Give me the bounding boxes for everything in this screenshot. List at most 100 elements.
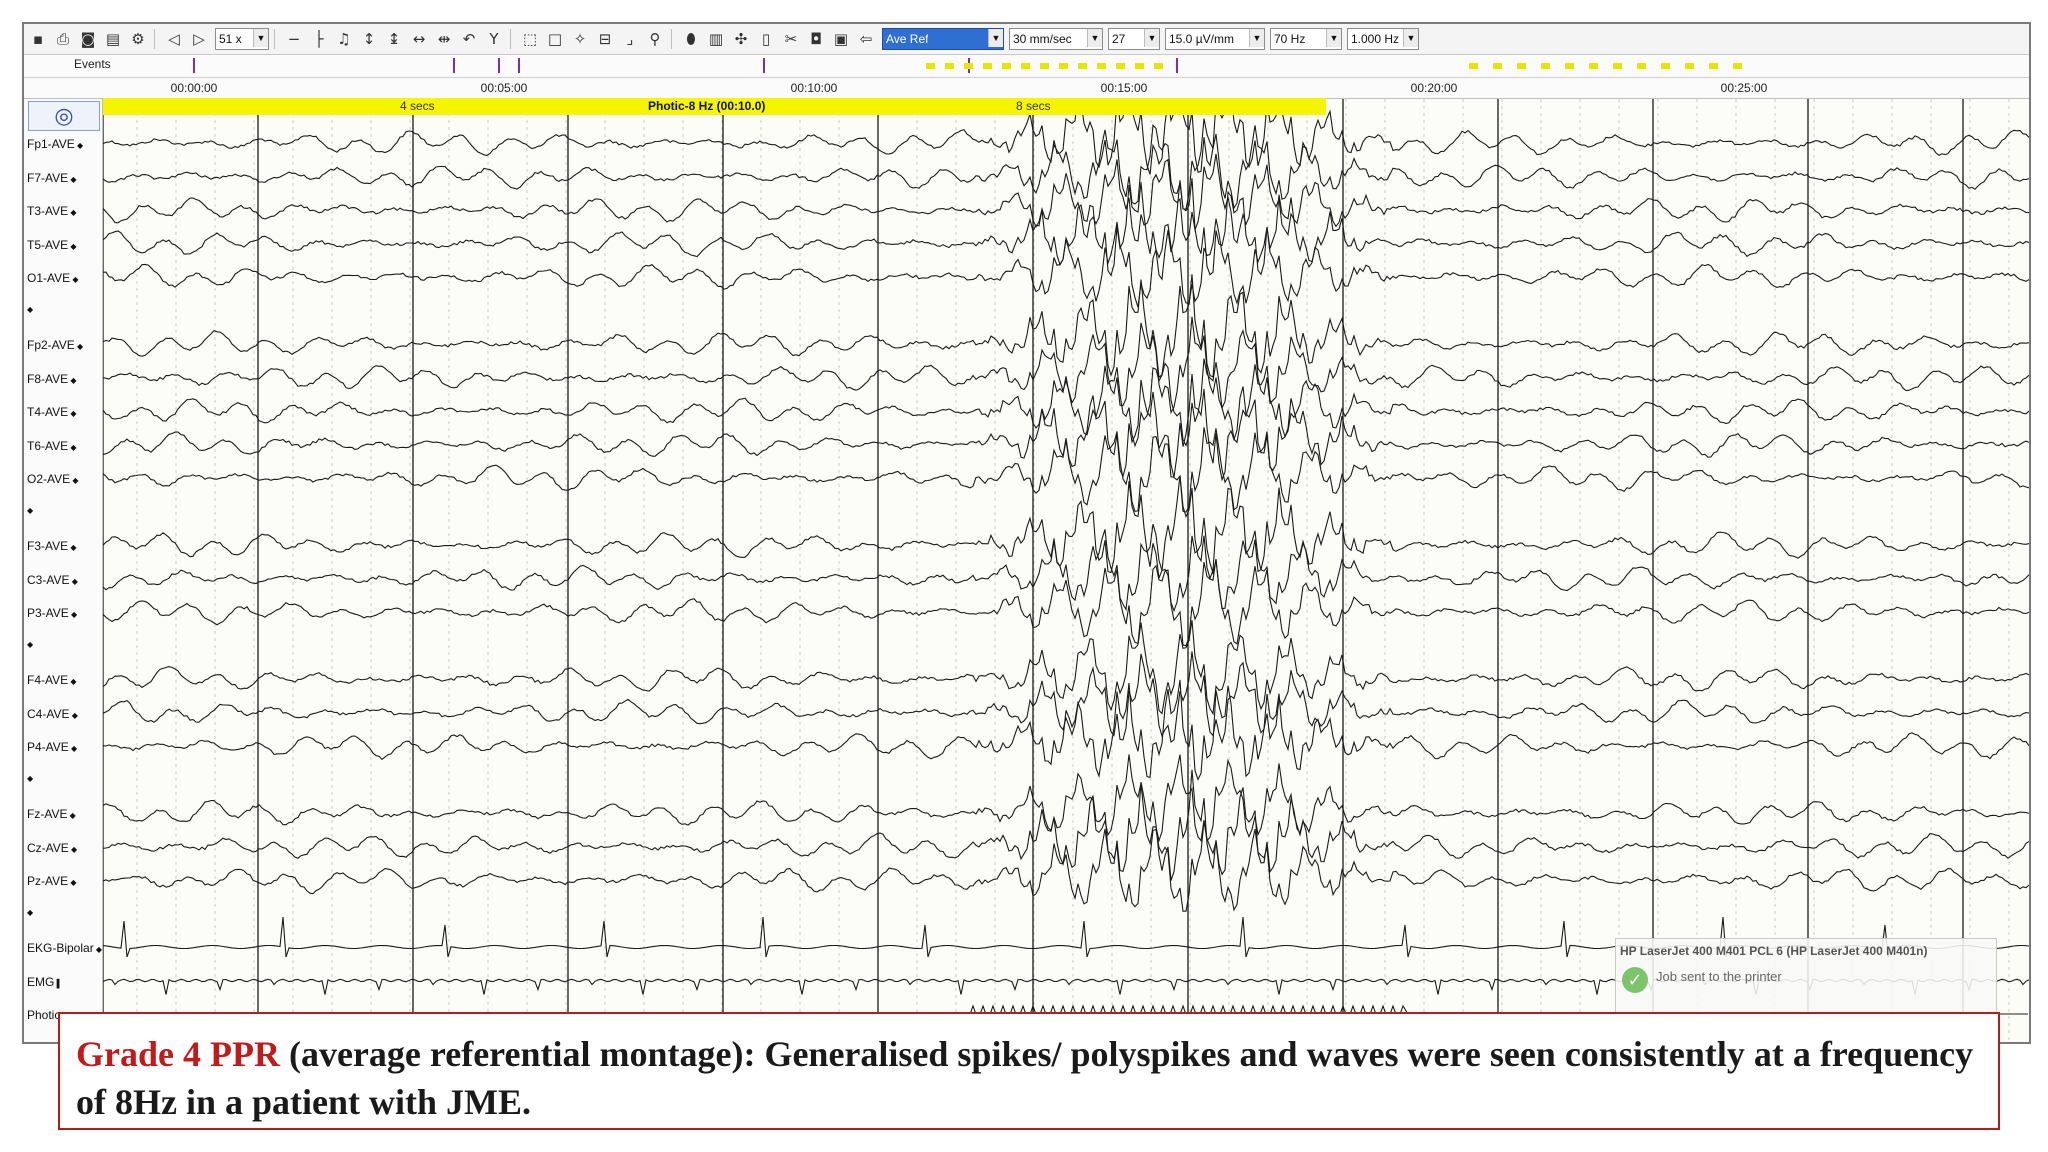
channel-label-t3-ave[interactable]: T3-AVE ◆ [27, 204, 77, 218]
event-marker-dot [1116, 63, 1125, 69]
event-marker-dot [1541, 63, 1550, 69]
rect-icon[interactable]: □ [544, 28, 566, 50]
audio-icon[interactable]: ♫ [333, 28, 355, 50]
channel-label-p3-ave[interactable]: P3-AVE ◆ [27, 606, 77, 620]
group-separator-marker[interactable]: ◆ [27, 640, 33, 649]
zoom-icon[interactable]: ⚲ [644, 28, 666, 50]
next-page-icon[interactable]: ▷ [188, 28, 210, 50]
settings-icon[interactable]: ⚙ [127, 28, 149, 50]
lf-filter-select[interactable]: 1.000 Hz ▼ [1347, 28, 1419, 50]
print-icon[interactable]: ⎙ [52, 28, 74, 50]
channel-label-text: T6-AVE [27, 438, 69, 453]
channel-label-f8-ave[interactable]: F8-AVE ◆ [27, 372, 77, 386]
baseline-icon[interactable]: ├ [308, 28, 330, 50]
tag-icon[interactable]: ⬮ [680, 28, 702, 50]
event-marker-dot [1709, 63, 1718, 69]
caption-text: (average referential montage): Generalis… [76, 1034, 1974, 1122]
channel-label-f7-ave[interactable]: F7-AVE ◆ [27, 171, 77, 185]
scissors-icon[interactable]: ✂ [780, 28, 802, 50]
group-separator-marker[interactable]: ◆ [27, 774, 33, 783]
corner-icon[interactable]: ⌟ [619, 28, 641, 50]
sensitivity-select[interactable]: 15.0 µV/mm ▼ [1165, 28, 1265, 50]
cursor-icon[interactable]: ✧ [569, 28, 591, 50]
channel-label-t4-ave[interactable]: T4-AVE ◆ [27, 405, 77, 419]
spread-icon[interactable]: ↔ [408, 28, 430, 50]
channel-label-t5-ave[interactable]: T5-AVE ◆ [27, 238, 77, 252]
timeline[interactable]: 00:00:00 00:05:00 00:10:00 00:15:00 00:20:00… [24, 78, 2029, 99]
chevron-down-icon[interactable]: ▼ [253, 29, 268, 47]
minus-icon[interactable]: − [283, 28, 305, 50]
measure-icon[interactable]: ⊟ [594, 28, 616, 50]
scale-up-icon[interactable]: ↕ [358, 28, 380, 50]
group-separator-marker[interactable]: ◆ [27, 305, 33, 314]
chevron-down-icon[interactable]: ▼ [988, 29, 1003, 47]
channel-label-o2-ave[interactable]: O2-AVE ◆ [27, 472, 79, 486]
channel-label-text: T5-AVE [27, 237, 69, 252]
channel-label-p4-ave[interactable]: P4-AVE ◆ [27, 740, 77, 754]
camera-icon[interactable]: ◙ [77, 28, 99, 50]
toolbar-separator [671, 29, 672, 49]
chevron-down-icon[interactable]: ▼ [1326, 29, 1341, 47]
montage-select[interactable]: Ave Ref ▼ [882, 28, 1004, 50]
select-icon[interactable]: ⬚ [519, 28, 541, 50]
channel-label-f4-ave[interactable]: F4-AVE ◆ [27, 673, 77, 687]
channel-label-fp1-ave[interactable]: Fp1-AVE ◆ [27, 137, 83, 151]
channel-label-t6-ave[interactable]: T6-AVE ◆ [27, 439, 77, 453]
photic-right-label: 8 secs [1016, 99, 1051, 113]
back-icon[interactable]: ⇦ [855, 28, 877, 50]
eeg-trace-area[interactable] [103, 99, 2029, 1042]
chevron-down-icon[interactable]: ▼ [1403, 29, 1418, 47]
channel-label-c3-ave[interactable]: C3-AVE ◆ [27, 573, 78, 587]
prev-page-icon[interactable]: ◁ [163, 28, 185, 50]
channel-marker-icon: ◆ [68, 744, 78, 753]
channel-label-fp2-ave[interactable]: Fp2-AVE ◆ [27, 338, 83, 352]
channel-label-f3-ave[interactable]: F3-AVE ◆ [27, 539, 77, 553]
zoom-select[interactable]: 51 x ▼ [215, 28, 269, 50]
chevron-down-icon[interactable]: ▼ [1087, 29, 1102, 47]
event-marker-dot [1135, 63, 1144, 69]
time-tick-label: 00:00:00 [170, 81, 218, 95]
photic-left-label: 4 secs [400, 99, 435, 113]
group-separator-marker[interactable]: ◆ [27, 908, 33, 917]
event-marker-dot [1637, 63, 1646, 69]
group-separator-marker[interactable]: ◆ [27, 506, 33, 515]
check-icon: ✓ [1622, 967, 1648, 993]
channel-label-text: Pz-AVE [27, 874, 69, 888]
hf-filter-select[interactable]: 70 Hz ▼ [1270, 28, 1342, 50]
channel-label-emg[interactable]: EMG ▌ [27, 975, 62, 989]
device-icon[interactable]: ▯ [755, 28, 777, 50]
channel-label-fz-ave[interactable]: Fz-AVE ◆ [27, 807, 76, 821]
channel-label-pz-ave[interactable]: Pz-AVE ◆ [27, 874, 77, 888]
printer-notification[interactable]: HP LaserJet 400 M401 PCL 6 (HP LaserJet … [1615, 938, 1997, 1018]
save-icon[interactable]: ▪ [27, 28, 49, 50]
filter-icon[interactable]: Y [483, 28, 505, 50]
channel-marker-icon: ▌ [54, 978, 63, 988]
eeg-trace-t4-ave [103, 358, 2029, 448]
channel-marker-icon: ◆ [70, 476, 79, 485]
chevron-down-icon[interactable]: ▼ [1144, 29, 1159, 47]
channel-label-ekg-bipolar[interactable]: EKG-Bipolar ◆ [27, 941, 102, 955]
toolbar-separator [154, 29, 155, 49]
channel-marker-icon: ◆ [68, 375, 77, 385]
channel-label-c4-ave[interactable]: C4-AVE ◆ [27, 707, 78, 721]
window-icon[interactable]: ▣ [830, 28, 852, 50]
undo-icon[interactable]: ↶ [458, 28, 480, 50]
channels-select[interactable]: 27 ▼ [1108, 28, 1160, 50]
speed-select[interactable]: 30 mm/sec ▼ [1009, 28, 1103, 50]
compress-icon[interactable]: ⇹ [433, 28, 455, 50]
toolbar: ▪ ⎙ ◙ ▤ ⚙ ◁ ▷ 51 x ▼ − ├ ♫ ↕ ↨ ↔ ⇹ ↶ Y ⬚… [24, 24, 2029, 55]
snapshot-icon[interactable]: ◘ [805, 28, 827, 50]
channel-label-cz-ave[interactable]: Cz-AVE ◆ [27, 841, 77, 855]
montage-icon[interactable]: ▥ [705, 28, 727, 50]
channel-label-photic[interactable]: Photic [27, 1008, 60, 1022]
target-icon[interactable]: ◎ [28, 101, 100, 131]
channel-marker-icon: ◆ [68, 442, 77, 452]
chevron-down-icon[interactable]: ▼ [1249, 29, 1264, 47]
tools-icon[interactable]: ✣ [730, 28, 752, 50]
eeg-trace-fp2-ave [103, 274, 2029, 379]
delete-icon[interactable]: ▤ [102, 28, 124, 50]
channel-marker-icon: ◆ [68, 174, 77, 184]
channel-label-o1-ave[interactable]: O1-AVE ◆ [27, 271, 79, 285]
events-row[interactable]: Events [24, 55, 2029, 78]
scale-down-icon[interactable]: ↨ [383, 28, 405, 50]
